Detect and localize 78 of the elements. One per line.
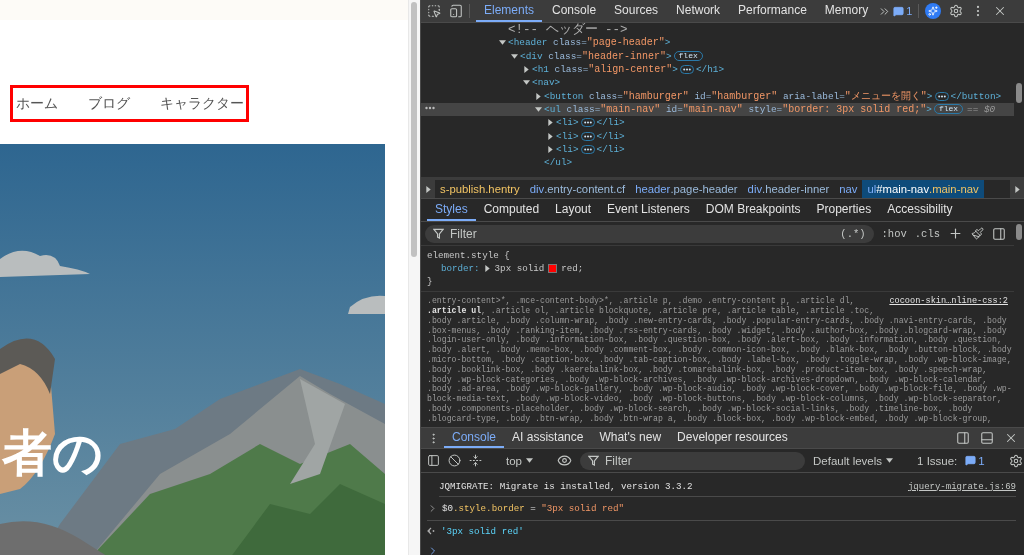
issues-label[interactable]: 1 Issue: bbox=[917, 454, 958, 467]
breadcrumb[interactable]: div.entry-content.cf bbox=[524, 180, 631, 198]
css-property[interactable]: border: bbox=[441, 262, 480, 275]
html-tag[interactable]: <ul class="main-nav" id="main-nav" style="border: 3px solid red;"> bbox=[544, 103, 932, 115]
nav-link[interactable]: キャラクター bbox=[160, 95, 244, 111]
nav-link[interactable]: ブログ bbox=[88, 95, 130, 111]
rule-selector: .blogcard-type, .body .btn-wrap, .body .btn-wrap a, .body .block-box, .body .wp-block-embed, .body .wp-block-group, bbox=[427, 413, 993, 424]
panel-tab[interactable]: Event Listeners bbox=[599, 199, 698, 221]
rule-selector: element.style { bbox=[427, 249, 510, 262]
filter-input[interactable]: Filter bbox=[605, 453, 797, 468]
drawer-tab[interactable]: Developer resources bbox=[669, 428, 796, 448]
issues-badge[interactable]: 1 bbox=[965, 454, 985, 467]
closing-tag: </li> bbox=[596, 143, 625, 155]
html-tag[interactable]: <button class="hamburger" id="hamburger" aria-label="メニューを開く"> bbox=[544, 89, 933, 104]
closing-tag: </li> bbox=[596, 117, 625, 129]
css-value[interactable]: red; bbox=[561, 262, 584, 275]
context-dropdown[interactable]: top bbox=[506, 454, 533, 467]
html-tag[interactable]: <li> bbox=[556, 143, 579, 155]
html-tag[interactable]: <div class="header-inner"> bbox=[520, 50, 672, 62]
rule-selector: .body .booklink-box, .body .kaerebalink-box, .body .tomarebalink-box, .body .product-item-box, .body .speech-wrap, bbox=[427, 364, 988, 375]
css-value[interactable]: 3px solid bbox=[494, 262, 545, 275]
devtools-tab[interactable]: Elements bbox=[476, 0, 543, 22]
breadcrumb[interactable]: div.header-inner bbox=[742, 180, 835, 198]
console-message: JQMIGRATE: Migrate is installed, version 3.3.2 bbox=[439, 481, 694, 492]
breadcrumb[interactable]: header.page-header bbox=[630, 180, 743, 198]
closing-tag: </li> bbox=[596, 130, 625, 142]
rule-selector: .body .article, .body .column-wrap, .body .new-entry-cards, .body .popular-entry-cards, .body .navi-entry-cards, .body bbox=[427, 315, 1007, 326]
selected-dom-node[interactable]: <ul class="main-nav" id="main-nav" style="border: 3px solid red;"> flex == $0 bbox=[421, 102, 1014, 117]
filter-field[interactable]: Filter (.*) bbox=[425, 224, 874, 243]
devtools-tab[interactable]: Performance bbox=[730, 0, 815, 22]
breadcrumb[interactable]: nav bbox=[834, 180, 863, 198]
devtools-tab[interactable]: Memory bbox=[816, 0, 877, 22]
rule-selector: .entry-content>*, .mce-content-body>*, .article p, .demo .entry-content p, .article dl, bbox=[427, 296, 855, 306]
regex-toggle[interactable]: (.*) bbox=[840, 227, 866, 240]
devtools-tab[interactable]: Console bbox=[544, 0, 605, 22]
html-tag[interactable]: <h1 class="align-center"> bbox=[532, 64, 678, 76]
panel-tab[interactable]: Styles bbox=[427, 199, 476, 221]
drawer-tab[interactable]: What's new bbox=[591, 428, 670, 448]
source-link[interactable]: cocoon-skin…nline-css:2 bbox=[889, 296, 1008, 306]
rule-selector: block-media-text, .body .wp-block-video, .body .wp-block-buttons, .body .wp-block-columns, .body .wp-block-separator, bbox=[427, 394, 1002, 404]
rule-selector: .body .ad-area, .body .wp-block-gallery, .body .wp-block-audio, .body .wp-block-cover, .body .wp-block-file, .body .wp- bbox=[427, 384, 1012, 394]
html-tag[interactable]: <li> bbox=[556, 117, 579, 129]
drawer-tab[interactable]: AI assistance bbox=[504, 428, 592, 448]
rule-selector: .micro-bottom, .body .caption-box, .body .tab-caption-box, .body .label-box, .body .toggle-wrap, .body .wp-block-image, bbox=[427, 355, 1012, 365]
panel-tab[interactable]: DOM Breakpoints bbox=[697, 199, 809, 221]
panel-tab[interactable]: Properties bbox=[808, 199, 880, 221]
panel-tab[interactable]: Computed bbox=[475, 199, 548, 221]
console-result: '3px solid red' bbox=[441, 525, 525, 537]
devtools-tab[interactable]: Sources bbox=[606, 0, 667, 22]
devtools-tab[interactable]: Network bbox=[668, 0, 729, 22]
rule-selector: .body .components-placeholder, .body .wp-block-search, .body .wp-block-social-links, .body .timeline-box, .body bbox=[427, 403, 973, 414]
rule-selector: .article ul, .article ol, .article blockquote, .article pre, .article table, .article .toc, bbox=[427, 306, 875, 316]
filter-input[interactable]: Filter bbox=[450, 226, 835, 241]
console-input-text: $0.style.border = "3px solid red" bbox=[442, 503, 625, 514]
rule-selector: .body .alert, .body .memo-box, .body .comment-box, .body .common-icon-box, .body .blank-box, .body .button-block, .body bbox=[427, 345, 1012, 355]
console-filter-field[interactable]: Filter bbox=[580, 451, 805, 470]
nav-link[interactable]: ホーム bbox=[16, 95, 58, 111]
html-tag[interactable]: <li> bbox=[556, 130, 579, 142]
html-comment[interactable]: <!-- ヘッダー --> bbox=[508, 23, 628, 37]
closing-tag: </ul> bbox=[544, 157, 573, 169]
breadcrumb[interactable]: ul#main-nav.main-nav bbox=[862, 180, 984, 198]
closing-tag: </button> bbox=[950, 90, 1002, 102]
rule-selector: .box-menus, .body .ranking-item, .body .rss-entry-cards, .body .widget, .body .author-box, .body .blogcard-wrap, .body bbox=[427, 325, 1007, 336]
closing-tag: </h1> bbox=[695, 64, 725, 76]
breadcrumb[interactable]: s-publish.hentry bbox=[435, 180, 525, 198]
rule-brace: } bbox=[427, 275, 433, 288]
hero-headline: 者の bbox=[2, 426, 103, 481]
rule-selector: .body .wp-block-categories, .body .wp-block-archives, .body .wp-block-archives-dropdown, .body .wp-block-calendar, bbox=[427, 374, 988, 385]
panel-tab[interactable]: Layout bbox=[547, 199, 600, 221]
html-tag[interactable]: <nav> bbox=[532, 77, 561, 89]
levels-dropdown[interactable]: Default levels bbox=[813, 454, 894, 467]
style-toggle[interactable]: .cls bbox=[914, 227, 940, 240]
panel-tab[interactable]: Accessibility bbox=[879, 199, 961, 221]
selected-marker: == $0 bbox=[967, 103, 996, 115]
html-tag[interactable]: <header class="page-header"> bbox=[508, 37, 671, 49]
style-toggle[interactable]: :hov bbox=[881, 227, 907, 240]
rule-selector: .login-user-only, .body .information-box, .body .question-box, .body .alert-box, .body .information, .body .question, bbox=[427, 335, 1002, 346]
source-link[interactable]: jquery-migrate.js:69 bbox=[907, 481, 1016, 492]
